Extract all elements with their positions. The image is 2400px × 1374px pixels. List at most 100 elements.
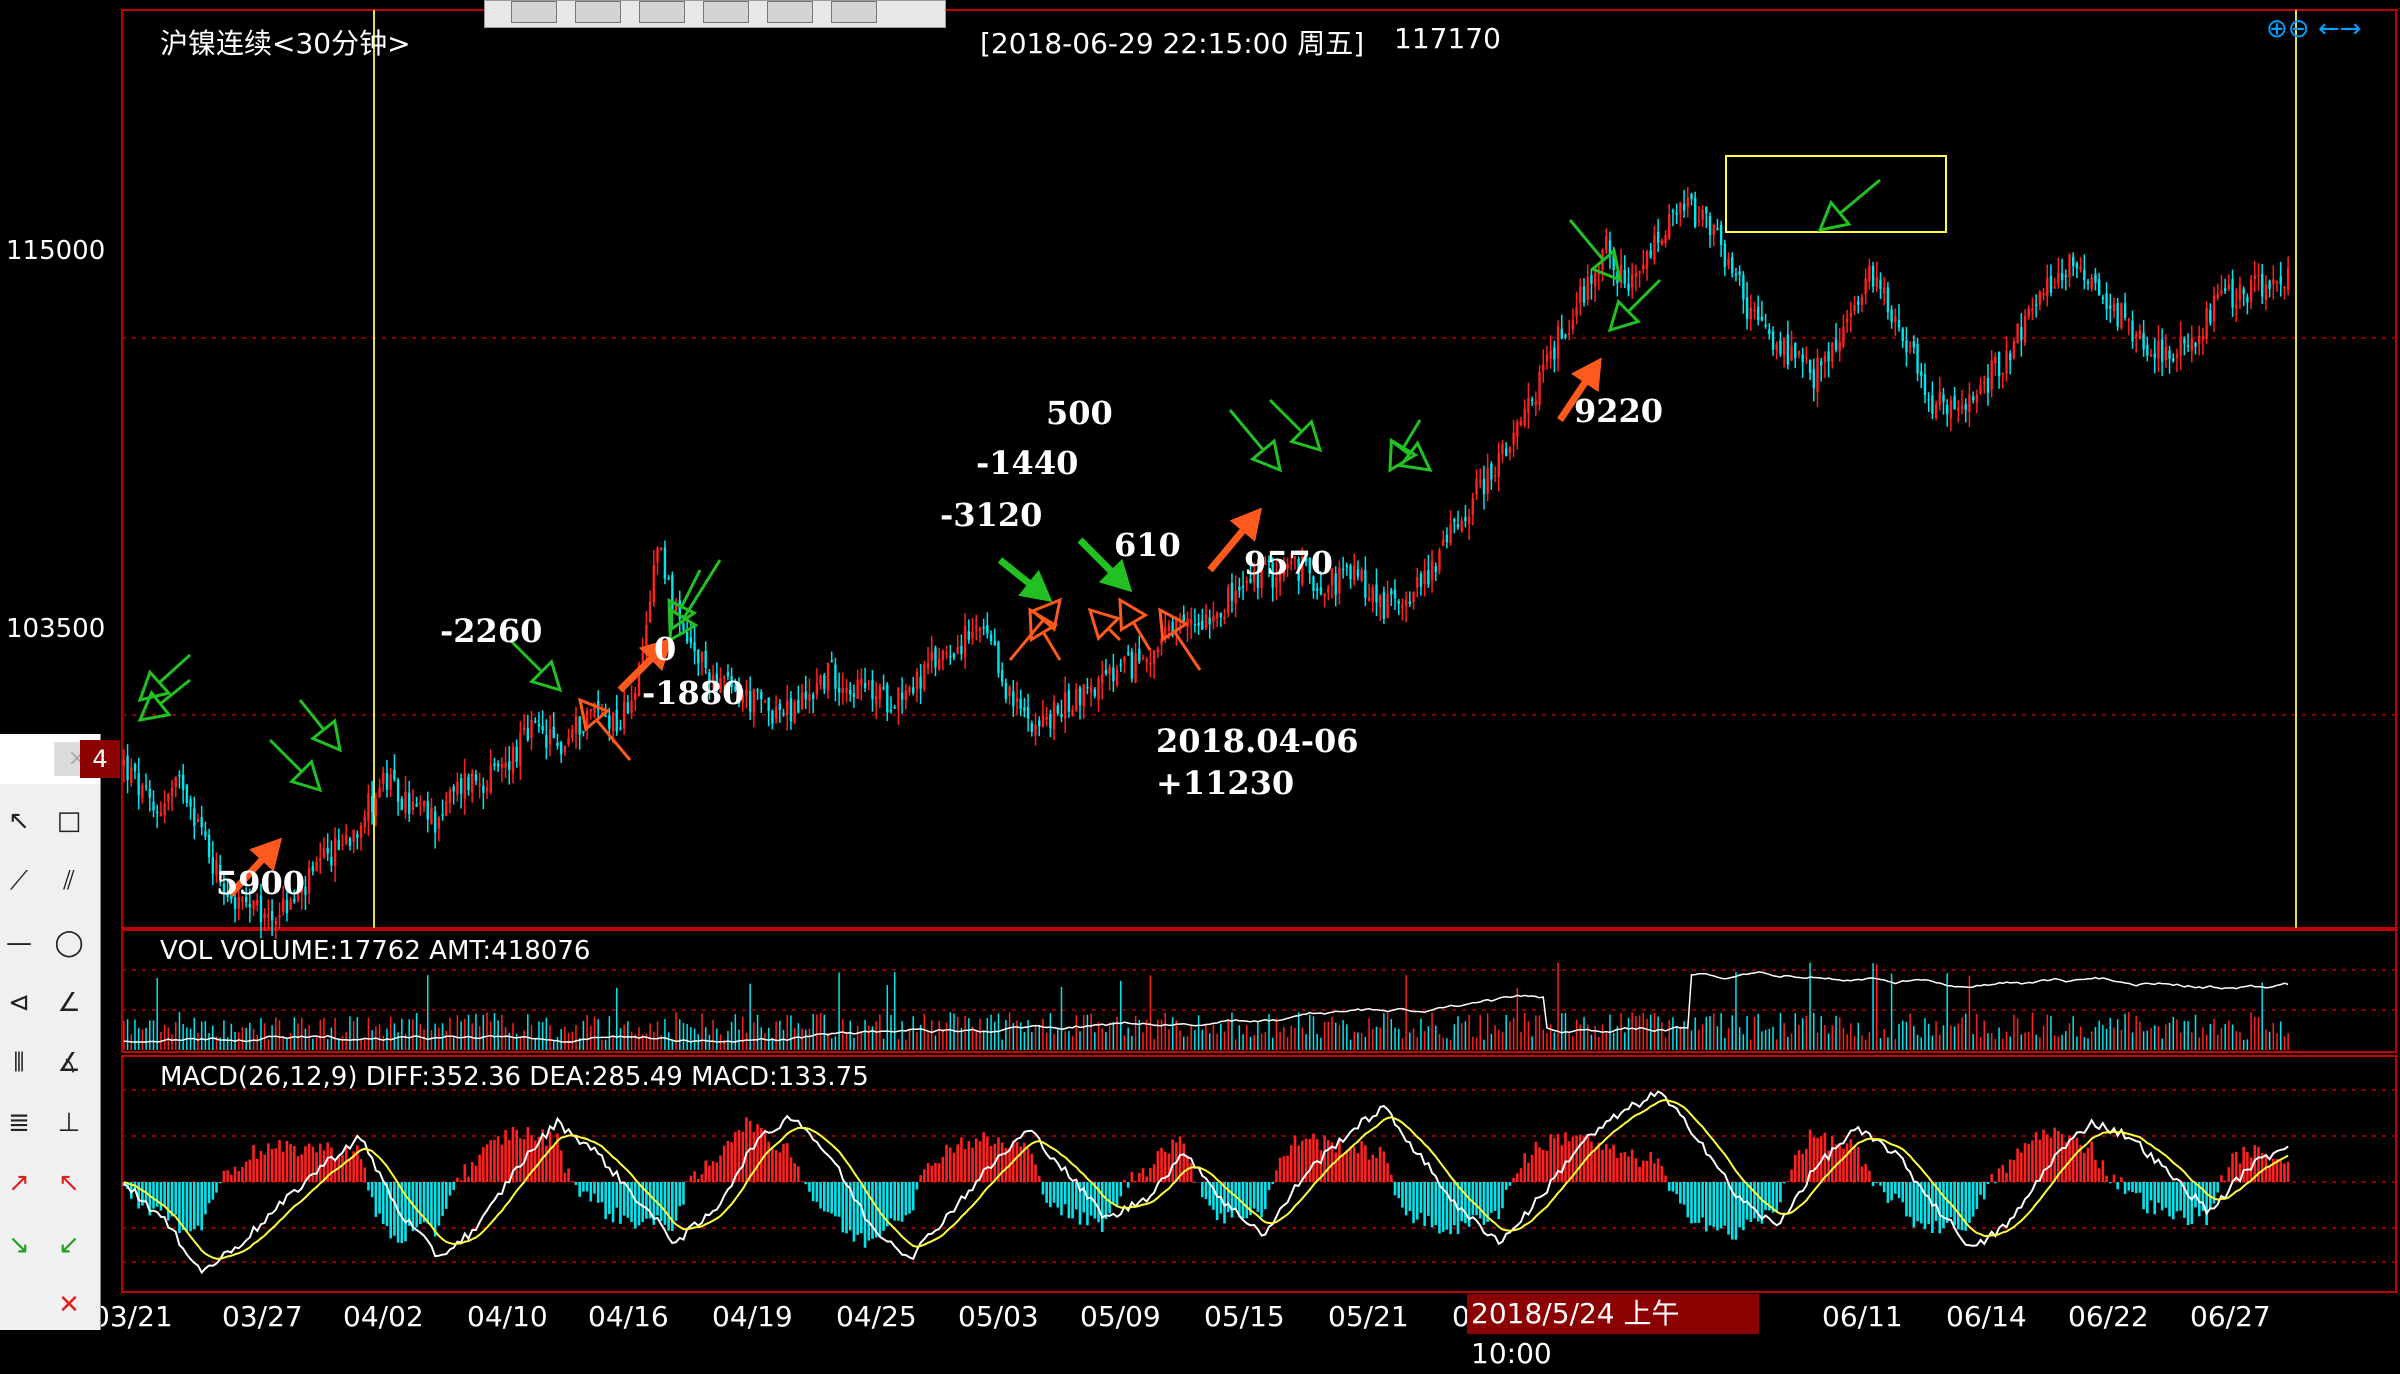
candle-body <box>1145 659 1148 663</box>
candle-body <box>1423 570 1426 585</box>
candle-body <box>1927 398 1930 401</box>
candle-body <box>2212 295 2216 322</box>
toolbar-button-4[interactable] <box>703 1 749 23</box>
annotation-label: -3120 <box>940 496 1043 534</box>
candle-body <box>1556 326 1560 359</box>
zoom-in-icon[interactable]: ⊕ <box>2266 14 2288 44</box>
arrow-left-icon[interactable]: ← <box>2318 14 2340 44</box>
vertical-lines-tool-icon[interactable]: ⦀ <box>2 1046 36 1080</box>
candle-body <box>1801 354 1804 363</box>
pointer-tool-icon[interactable]: ↖ <box>2 804 36 838</box>
buy-arrow-head <box>1028 607 1059 643</box>
candle-body <box>630 700 633 713</box>
candle-body <box>1516 421 1519 437</box>
toolbar-button-2[interactable] <box>575 1 621 23</box>
candle-body <box>1845 318 1849 323</box>
angle-tool-icon[interactable]: ∠ <box>52 986 86 1020</box>
candle-body <box>1493 474 1497 477</box>
toolbar-button-3[interactable] <box>639 1 685 23</box>
candle-body <box>1460 520 1463 532</box>
buy-arrow-shaft <box>1008 619 1045 661</box>
toolbar-button-6[interactable] <box>831 1 877 23</box>
line-tool-icon[interactable]: ⟋ <box>2 864 36 898</box>
candle-body <box>207 834 211 858</box>
candle-body <box>782 712 785 715</box>
candle-body <box>1434 566 1437 573</box>
sell-arrow-shaft <box>1228 409 1265 451</box>
candle-body <box>704 650 707 668</box>
candle-body <box>1026 706 1030 719</box>
ellipse-tool-icon[interactable]: ◯ <box>52 926 86 960</box>
candle-body <box>1408 601 1412 604</box>
zoom-controls[interactable]: ⊕⊖ ←→ <box>2266 14 2361 44</box>
fibonacci-tool-icon[interactable]: ≣ <box>2 1106 36 1140</box>
ruler-tool-icon[interactable]: ⊥ <box>52 1106 86 1140</box>
candle-body <box>456 781 459 795</box>
rectangle-tool-icon[interactable]: □ <box>52 804 86 838</box>
candle-body <box>1575 307 1578 317</box>
candle-body <box>2005 351 2008 374</box>
candle-body <box>771 710 774 724</box>
sell-arrow-head <box>309 718 342 753</box>
down-left-arrow-tool-icon[interactable]: ↙ <box>52 1228 86 1262</box>
down-arrow-tool-icon[interactable]: ↘ <box>2 1228 36 1262</box>
candle-body <box>2097 279 2101 296</box>
candle-body <box>604 715 607 718</box>
up-left-arrow-tool-icon[interactable]: ↖ <box>52 1166 86 1200</box>
up-arrow-tool-icon[interactable]: ↗ <box>2 1166 36 1200</box>
candle-body <box>1315 588 1319 591</box>
candle-body <box>1023 707 1026 711</box>
drawing-toolbar[interactable] <box>484 0 946 28</box>
candle-body <box>1052 701 1056 730</box>
candle-body <box>626 702 630 714</box>
candle-body <box>856 679 859 699</box>
candle-body <box>622 702 626 729</box>
candle-body <box>1141 657 1145 660</box>
candle-body <box>441 814 444 816</box>
candle-body <box>1897 320 1901 328</box>
candle-body <box>2068 254 2071 278</box>
candle-body <box>1223 616 1226 620</box>
annotation-label: 9220 <box>1574 392 1664 430</box>
candle-body <box>1152 650 1156 665</box>
candle-body <box>478 783 481 786</box>
zoom-out-icon[interactable]: ⊖ <box>2288 14 2310 44</box>
candle-body <box>2138 330 2142 339</box>
candle-body <box>1101 674 1104 684</box>
toolbar-button-5[interactable] <box>767 1 813 23</box>
candle-body <box>1097 678 1100 701</box>
candle-body <box>1586 276 1589 300</box>
candle-body <box>841 688 845 694</box>
candle-body <box>144 785 148 788</box>
candle-body <box>748 691 752 712</box>
candle-body <box>1227 587 1230 613</box>
candle-body <box>660 547 663 550</box>
toolbar-button-1[interactable] <box>511 1 557 23</box>
candle-body <box>2101 297 2105 300</box>
candle-body <box>1427 570 1430 585</box>
candle-body <box>419 802 422 805</box>
candle-body <box>1686 197 1689 208</box>
candle-body <box>867 682 870 685</box>
candle-body <box>1797 350 1801 355</box>
x-tick: 05/15 <box>1204 1300 1285 1333</box>
candle-body <box>1864 278 1867 295</box>
sell-arrow-head <box>137 689 172 722</box>
horizontal-line-tool-icon[interactable]: — <box>2 926 36 960</box>
parallel-lines-tool-icon[interactable]: ⫽ <box>52 864 86 898</box>
delete-drawings-icon[interactable]: ✕ <box>52 1288 86 1322</box>
gann-tool-icon[interactable]: ∡ <box>52 1046 86 1080</box>
candle-body <box>1875 277 1878 288</box>
candle-body <box>1560 328 1563 339</box>
candle-body <box>2083 269 2086 281</box>
candle-body <box>971 631 974 639</box>
arrow-right-icon[interactable]: → <box>2340 14 2362 44</box>
ray-tool-icon[interactable]: ⊲ <box>2 986 36 1020</box>
x-tick: 06/14 <box>1946 1300 2027 1333</box>
candle-body <box>1086 686 1089 689</box>
candle-body <box>830 660 833 662</box>
candle-body <box>1189 619 1193 624</box>
candle-body <box>1723 243 1727 267</box>
candle-body <box>1534 401 1538 405</box>
candle-body <box>926 663 930 669</box>
